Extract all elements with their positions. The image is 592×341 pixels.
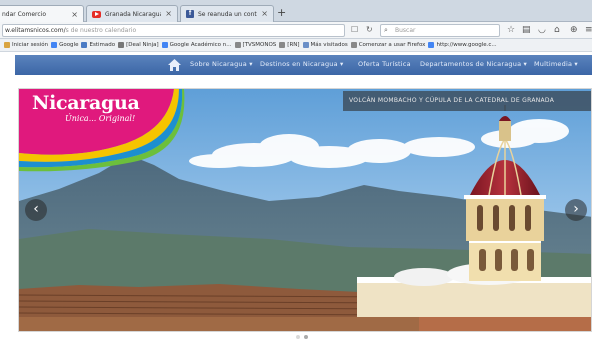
- home-icon[interactable]: [168, 59, 181, 71]
- bookmark-label: [RN]: [287, 42, 300, 48]
- slider-pagination: [296, 335, 308, 339]
- bookmark-label: Más visitados: [310, 42, 348, 48]
- bookmark-label: Iniciar sesión: [12, 42, 49, 48]
- search-icon: ⌕: [384, 26, 388, 34]
- bookmark-item[interactable]: Estimado: [81, 42, 115, 48]
- slide-caption: VOLCÁN MOMBACHO Y CÚPULA DE LA CATEDRAL …: [343, 91, 591, 111]
- bookmark-item[interactable]: Comenzar a usar Firefox: [350, 42, 426, 48]
- slider-dot[interactable]: [296, 335, 300, 339]
- bookmark-item[interactable]: Más visitados: [302, 42, 348, 48]
- nav-toolbar: w.elitamsnicos.com/s de nuestro calendar…: [0, 22, 592, 39]
- bookmark-label: [TVSMONOS: [242, 42, 277, 48]
- bookmark-label: Comenzar a usar Firefox: [358, 42, 426, 48]
- google-icon: [51, 42, 58, 48]
- bookmark-item[interactable]: http://www.google.c...: [428, 42, 497, 48]
- google-icon: [428, 42, 435, 48]
- bookmark-icon: [4, 42, 10, 48]
- menu-destinos[interactable]: Destinos en Nicaragua ▾: [260, 60, 344, 68]
- google-icon: [161, 42, 168, 48]
- bookmark-item[interactable]: Google: [51, 42, 78, 48]
- page-icon[interactable]: ☐: [351, 25, 358, 35]
- bookmark-star-icon[interactable]: ☆: [507, 24, 515, 36]
- reload-icon[interactable]: ↻: [366, 25, 373, 35]
- menu-multimedia[interactable]: Multimedia ▾: [534, 60, 578, 68]
- globe-icon: [234, 42, 241, 48]
- tab-facebook[interactable]: f Se reanuda un control de... ×: [180, 5, 274, 22]
- bookmark-label: Google: [59, 42, 79, 48]
- logo-title: Nicaragua: [32, 92, 140, 114]
- logo-tagline: Única... Original!: [65, 114, 136, 123]
- pocket-icon[interactable]: ◡: [538, 24, 546, 36]
- bookmark-label: Google Académico n...: [169, 42, 232, 48]
- nicaragua-logo[interactable]: Nicaragua Única... Original!: [19, 89, 179, 164]
- url-hint: s de nuestro calendario: [65, 27, 137, 34]
- url-text: w.elitamsnicos.com/: [5, 27, 66, 34]
- youtube-icon: [92, 10, 101, 18]
- menu-departamentos[interactable]: Departamentos de Nicaragua ▾: [420, 60, 527, 68]
- tab-youtube[interactable]: Granada Nicaragua - You... ×: [86, 5, 178, 22]
- tab-comercio[interactable]: ndar Comercio ×: [0, 5, 84, 23]
- bookmark-item[interactable]: [TVSMONOS: [234, 42, 277, 48]
- bookmarks-bar: Iniciar sesión Google Estimado [Deal Nin…: [0, 39, 592, 52]
- search-input[interactable]: ⌕ Buscar: [380, 24, 500, 37]
- web-page: Sobre Nicaragua ▾ Destinos en Nicaragua …: [0, 53, 592, 341]
- menu-sobre-nicaragua[interactable]: Sobre Nicaragua ▾: [190, 60, 253, 68]
- folder-icon: [302, 42, 309, 48]
- close-tab-icon[interactable]: ×: [71, 10, 78, 19]
- tab-label: ndar Comercio: [2, 11, 47, 18]
- search-placeholder: Buscar: [395, 27, 416, 34]
- url-bar[interactable]: w.elitamsnicos.com/s de nuestro calendar…: [2, 24, 345, 37]
- slider-next-button[interactable]: ›: [565, 199, 587, 221]
- bookmark-item[interactable]: Iniciar sesión: [4, 42, 48, 48]
- bookmarks-library-icon[interactable]: ▤: [522, 24, 531, 36]
- menu-oferta-turistica[interactable]: Oferta Turística: [358, 60, 411, 68]
- globe-icon: [118, 42, 125, 48]
- close-tab-icon[interactable]: ×: [261, 10, 268, 18]
- sync-icon[interactable]: ⊕: [570, 24, 578, 36]
- bookmark-label: [Deal Ninja]: [126, 42, 159, 48]
- hero-slider[interactable]: Nicaragua Única... Original! VOLCÁN MOMB…: [18, 88, 592, 332]
- globe-icon: [350, 42, 357, 48]
- globe-icon: [279, 42, 286, 48]
- site-menu-bar: Sobre Nicaragua ▾ Destinos en Nicaragua …: [15, 55, 592, 75]
- close-tab-icon[interactable]: ×: [165, 10, 172, 18]
- bookmark-item[interactable]: Google Académico n...: [161, 42, 232, 48]
- bookmark-label: Estimado: [89, 42, 116, 48]
- tab-label: Granada Nicaragua - You...: [105, 10, 162, 18]
- bookmark-icon: [81, 42, 88, 48]
- home-icon[interactable]: ⌂: [554, 24, 560, 36]
- bookmark-item[interactable]: [Deal Ninja]: [118, 42, 159, 48]
- slider-prev-button[interactable]: ‹: [25, 199, 47, 221]
- tab-label: Se reanuda un control de...: [198, 10, 257, 18]
- slider-dot-active[interactable]: [304, 335, 308, 339]
- menu-icon[interactable]: ≡: [585, 24, 592, 36]
- bookmark-item[interactable]: [RN]: [279, 42, 300, 48]
- tab-strip: ndar Comercio × Granada Nicaragua - You.…: [0, 0, 592, 23]
- facebook-icon: f: [186, 10, 194, 18]
- new-tab-button[interactable]: +: [277, 6, 286, 20]
- bookmark-label: http://www.google.c...: [436, 42, 497, 48]
